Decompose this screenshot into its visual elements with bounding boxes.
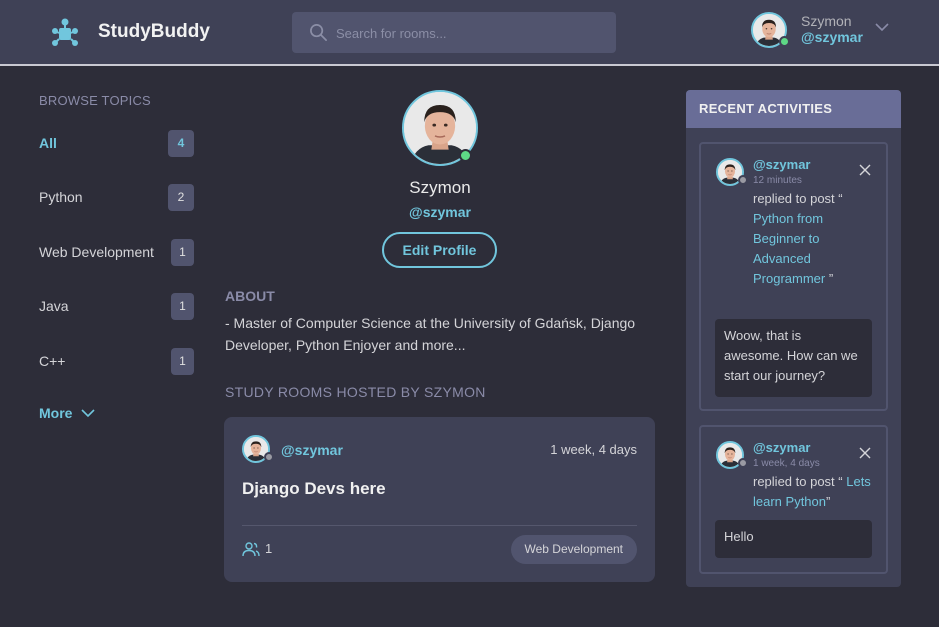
room-title[interactable]: Django Devs here: [242, 479, 386, 499]
offline-status-dot: [738, 175, 748, 185]
topic-python[interactable]: Python 2: [39, 184, 194, 212]
room-card[interactable]: @szymar 1 week, 4 days Django Devs here …: [224, 417, 655, 582]
header-avatar[interactable]: [751, 12, 790, 48]
topic-count: 1: [171, 348, 194, 375]
activity-card: @szymar 12 minutes replied to post “ Pyt…: [699, 142, 888, 411]
activity-post-link[interactable]: Python from Beginner to Advanced Program…: [753, 211, 825, 286]
topic-cpp[interactable]: C++ 1: [39, 348, 194, 376]
header-user-name[interactable]: Szymon: [801, 13, 852, 29]
room-time: 1 week, 4 days: [550, 442, 637, 457]
logo-icon[interactable]: [50, 17, 80, 47]
topic-count: 4: [168, 130, 194, 157]
header-user-handle[interactable]: @szymar: [801, 29, 863, 45]
search-icon: [310, 24, 327, 41]
topic-count: 1: [171, 239, 194, 266]
more-topics-link[interactable]: More: [39, 405, 72, 421]
closing-quote: ”: [826, 494, 831, 509]
browse-topics-title: BROWSE TOPICS: [39, 93, 151, 108]
offline-status-dot: [738, 458, 748, 468]
activity-handle[interactable]: @szymar: [753, 157, 810, 172]
top-header: StudyBuddy Szymon @szymar: [0, 0, 939, 66]
profile-handle: @szymar: [409, 204, 471, 220]
activity-handle[interactable]: @szymar: [753, 440, 810, 455]
topic-label: Python: [39, 189, 83, 205]
close-icon[interactable]: [859, 447, 871, 459]
activity-comment: Woow, that is awesome. How can we start …: [715, 319, 872, 397]
close-icon[interactable]: [859, 164, 871, 176]
about-title: ABOUT: [225, 288, 275, 304]
topic-label: Java: [39, 298, 69, 314]
activity-text: replied to post “ Python from Beginner t…: [753, 189, 873, 289]
activity-comment: Hello: [715, 520, 872, 558]
activity-text: replied to post “ Lets learn Python”: [753, 472, 878, 512]
topic-label: Web Development: [39, 244, 154, 260]
online-status-dot: [459, 149, 472, 162]
profile-name: Szymon: [409, 178, 471, 197]
activities-title: RECENT ACTIVITIES: [686, 90, 901, 128]
about-text: - Master of Computer Science at the Univ…: [225, 315, 636, 353]
search-input[interactable]: [336, 22, 606, 44]
recent-activities-panel: RECENT ACTIVITIES @szymar 12 minutes rep…: [686, 90, 901, 587]
activity-time: 12 minutes: [753, 175, 802, 186]
activity-time: 1 week, 4 days: [753, 458, 820, 469]
room-topic-tag[interactable]: Web Development: [510, 535, 637, 564]
chevron-down-icon[interactable]: [80, 406, 96, 420]
chevron-down-icon[interactable]: [874, 20, 890, 34]
edit-profile-button[interactable]: Edit Profile: [382, 232, 497, 268]
topic-count: 2: [168, 184, 194, 211]
topic-label: C++: [39, 353, 66, 369]
activity-action: replied to post “: [753, 474, 843, 489]
users-icon: [242, 542, 260, 557]
closing-quote: ”: [828, 271, 834, 286]
activity-card: @szymar 1 week, 4 days replied to post “…: [699, 425, 888, 574]
topic-label: All: [39, 135, 57, 151]
topic-java[interactable]: Java 1: [39, 293, 194, 321]
hosted-rooms-title: STUDY ROOMS HOSTED BY SZYMON: [225, 384, 486, 400]
room-host-handle[interactable]: @szymar: [281, 442, 343, 458]
topic-count: 1: [171, 293, 194, 320]
activity-action: replied to post “: [753, 191, 843, 206]
divider: [242, 525, 637, 526]
topic-all[interactable]: All 4: [39, 130, 194, 158]
search-bar[interactable]: [292, 12, 616, 53]
app-name[interactable]: StudyBuddy: [98, 21, 210, 43]
topic-web-development[interactable]: Web Development 1: [39, 239, 194, 267]
online-status-dot: [779, 36, 790, 47]
participants-count: 1: [265, 541, 273, 556]
offline-status-dot: [264, 452, 274, 462]
